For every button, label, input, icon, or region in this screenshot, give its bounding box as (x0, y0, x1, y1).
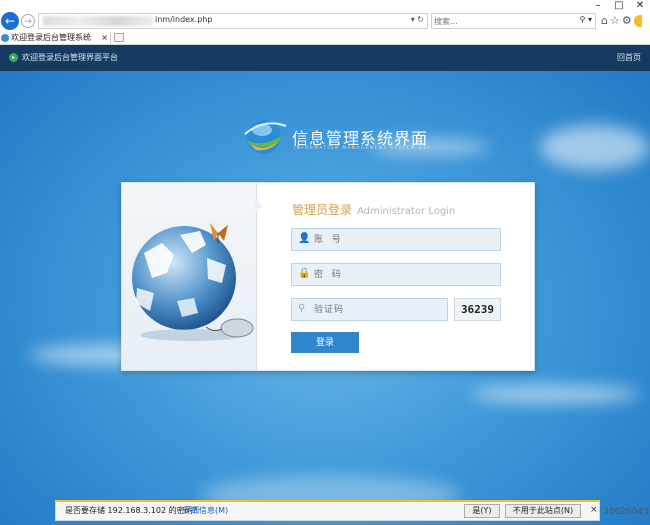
arrow-right-icon: → (24, 17, 32, 27)
user-icon: 👤 (298, 233, 311, 244)
search-input[interactable] (434, 15, 564, 27)
captcha-field[interactable]: ⚲ (291, 298, 448, 321)
save-password-message: 是否要存储 192.168.3.102 的密码? (65, 506, 197, 515)
back-button[interactable]: ← (1, 12, 19, 30)
search-icon: ⚲ (298, 303, 306, 314)
refresh-icon[interactable]: ↻ (417, 15, 424, 24)
address-bar[interactable]: inm/index.php ▾ ↻ (38, 13, 428, 29)
tab-close-icon[interactable]: × (101, 32, 108, 44)
never-for-site-button[interactable]: 不用于此站点(N) (505, 504, 581, 518)
captcha-input[interactable] (314, 303, 434, 316)
globe-logo-icon (244, 120, 287, 154)
password-field[interactable]: 🔒 (291, 263, 501, 286)
lock-icon: 🔒 (298, 268, 311, 279)
address-row: ← → inm/index.php ▾ ↻ ⚲ ▾ ⌂☆⚙ (0, 12, 650, 32)
puzzle-globe-icon (132, 223, 254, 341)
login-heading-en: Administrator Login (357, 206, 456, 217)
forward-button[interactable]: → (21, 14, 35, 28)
tab-strip: 欢迎登录后台管理系统 × (0, 32, 650, 45)
blurred-url-part (43, 16, 153, 26)
maximize-button[interactable]: □ (609, 0, 629, 12)
save-password-bar: 是否要存储 192.168.3.102 的密码? 详细信息(M) 是(Y) 不用… (55, 500, 600, 521)
card-illustration-panel (122, 183, 257, 370)
topbar-title: 欢迎登录后台管理界面平台 (22, 53, 118, 62)
password-input[interactable] (314, 268, 474, 281)
notification-close-icon[interactable]: × (590, 505, 598, 515)
login-heading: 管理员登录 Administrator Login (292, 201, 455, 218)
cloud-decoration (470, 385, 640, 403)
close-window-button[interactable]: ✕ (630, 0, 650, 12)
arrow-left-icon: ← (4, 14, 16, 28)
captcha-image[interactable]: 36239 (454, 298, 501, 321)
page-topbar: ▸ 欢迎登录后台管理界面平台 回首页 (0, 45, 650, 71)
star-icon[interactable]: ☆ (610, 14, 622, 27)
new-tab-button[interactable] (114, 33, 124, 42)
home-icon[interactable]: ⌂ (601, 14, 610, 27)
cloud-decoration (540, 125, 650, 170)
tab-active[interactable]: 欢迎登录后台管理系统 × (0, 32, 111, 44)
account-input[interactable] (314, 233, 474, 246)
gear-icon[interactable]: ⚙ (622, 14, 634, 27)
logo-subtitle: INFORMATION MANAGEMENT SYSTEM GUI (294, 145, 431, 150)
arrow-bullet-icon: ▸ (9, 53, 18, 62)
search-box[interactable]: ⚲ ▾ (431, 13, 596, 29)
account-field[interactable]: 👤 (291, 228, 501, 251)
window-titlebar: – □ ✕ (0, 0, 650, 12)
address-url: inm/index.php (155, 15, 213, 24)
search-icon[interactable]: ⚲ (580, 15, 586, 24)
card-notch (255, 199, 262, 213)
minimize-button[interactable]: – (588, 0, 608, 12)
details-link[interactable]: 详细信息(M) (183, 505, 228, 516)
login-heading-cn: 管理员登录 (292, 203, 353, 217)
ie-favicon-icon (1, 33, 9, 42)
home-link[interactable]: 回首页 (617, 52, 641, 63)
page-viewport: ▸ 欢迎登录后台管理界面平台 回首页 信息管理系统界面 INFORMATION … (0, 45, 650, 525)
stray-number: 38626043 (603, 507, 649, 517)
tab-title: 欢迎登录后台管理系统 (11, 33, 91, 42)
login-button[interactable]: 登录 (291, 332, 359, 353)
chevron-down-icon[interactable]: ▾ (411, 15, 415, 24)
yes-button[interactable]: 是(Y) (464, 504, 500, 518)
login-card: 管理员登录 Administrator Login 👤 🔒 ⚲ 36239 登录 (121, 182, 535, 371)
smiley-icon[interactable] (633, 15, 642, 27)
toolbar-icons: ⌂☆⚙ (601, 14, 642, 27)
